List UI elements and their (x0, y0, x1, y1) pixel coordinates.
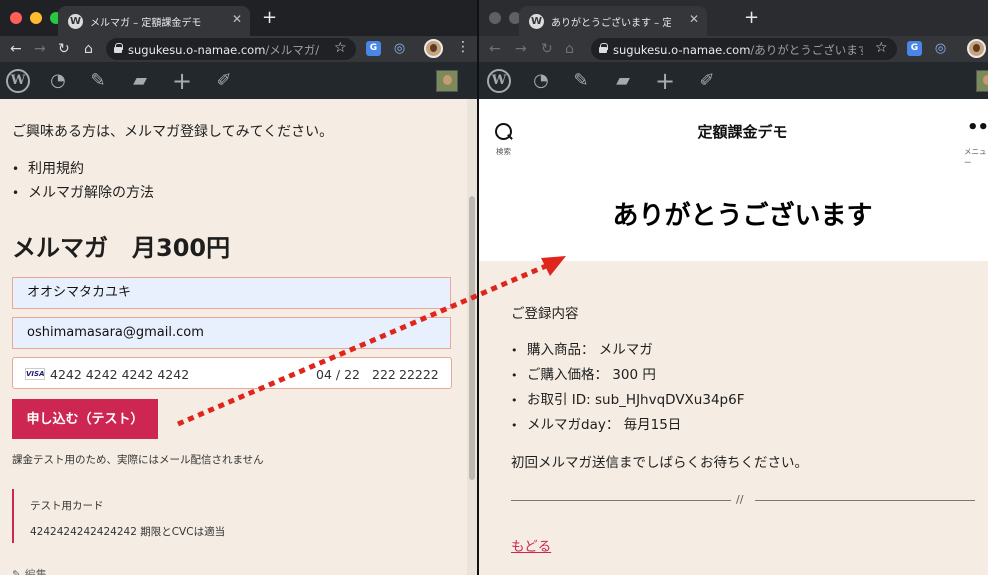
lock-icon (114, 43, 123, 53)
home-icon[interactable]: ⌂ (565, 40, 574, 58)
wordpress-icon: W (529, 14, 544, 29)
new-content-icon[interactable]: + (653, 69, 677, 93)
menu-dots-icon[interactable]: ••• (967, 117, 988, 138)
site-header: 検索 定額課金デモ ••• メニュー ありがとうございます (479, 99, 988, 261)
translate-extension-icon[interactable]: G (907, 41, 922, 56)
submit-button[interactable]: 申し込む（テスト） (12, 399, 158, 439)
tab-title: メルマガ – 定額課金デモ (90, 18, 202, 29)
close-window-button[interactable] (10, 12, 22, 24)
profile-avatar[interactable] (424, 39, 443, 58)
browser-tab[interactable]: W メルマガ – 定額課金デモ ✕ (58, 6, 250, 36)
card-expiry-field[interactable]: 04 / 22 (316, 367, 360, 382)
list-item-unsubscribe[interactable]: メルマガ解除の方法 (12, 181, 154, 205)
scrollbar-thumb[interactable] (469, 196, 475, 480)
email-field[interactable]: oshimamasara@gmail.com (12, 317, 451, 349)
registration-heading: ご登録内容 (511, 306, 579, 322)
browser-window-right: W ありがとうございます – 定額課金デモ ✕ + ← → ↻ ⌂ suguke… (479, 0, 988, 575)
new-content-icon[interactable]: + (170, 69, 194, 93)
edit-link[interactable]: ✎ 編集 (12, 566, 47, 575)
profile-avatar[interactable] (967, 39, 986, 58)
browser-toolbar: ← → ↻ ⌂ sugukesu.o-namae.com/ありがとうございます.… (479, 36, 988, 62)
detail-transaction-id: お取引 ID: sub_HJhvqDVXu34p6F (511, 388, 744, 413)
wp-admin-bar: W ◔ ✎ ▰ + ✐ (479, 62, 988, 99)
close-tab-icon[interactable]: ✕ (232, 12, 242, 26)
test-notice: 課金テスト用のため、実際にはメール配信されません (12, 454, 264, 466)
test-card-title: テスト用カード (30, 500, 104, 512)
new-tab-button[interactable]: + (744, 7, 759, 29)
address-bar[interactable]: sugukesu.o-namae.com/メルマガ/ ☆ (106, 38, 356, 60)
edit-pencil-icon[interactable]: ✐ (695, 69, 719, 93)
test-card-quote: テスト用カード 4242424242424242 期限とCVCは適当 (12, 489, 312, 543)
forward-arrow-icon[interactable]: → (515, 40, 527, 58)
separator-left (511, 500, 731, 501)
dashboard-icon[interactable]: ◔ (46, 69, 70, 93)
close-window-button[interactable] (489, 12, 501, 24)
wordpress-icon: W (68, 14, 83, 29)
customize-brush-icon[interactable]: ✎ (86, 69, 110, 93)
list-item-terms[interactable]: 利用規約 (12, 157, 154, 181)
card-input[interactable]: VISA 4242 4242 4242 4242 04 / 22 222 222… (12, 357, 452, 389)
forward-arrow-icon[interactable]: → (34, 40, 46, 58)
card-number-field[interactable]: 4242 4242 4242 4242 (50, 367, 189, 382)
minimize-window-button[interactable] (30, 12, 42, 24)
browser-toolbar: ← → ↻ ⌂ sugukesu.o-namae.com/メルマガ/ ☆ G ◎… (0, 36, 477, 62)
card-cvc-field[interactable]: 222 (372, 367, 396, 382)
comments-icon[interactable]: ▰ (128, 69, 152, 93)
link-list: 利用規約 メルマガ解除の方法 (12, 157, 154, 205)
url-text: sugukesu.o-namae.com/ありがとうございます... (613, 43, 863, 57)
separator-mark: // (736, 493, 744, 506)
window-controls (10, 12, 62, 24)
bookmark-star-icon[interactable]: ☆ (875, 40, 888, 56)
site-title[interactable]: 定額課金デモ (479, 121, 988, 142)
product-heading: メルマガ 月300円 (12, 234, 231, 262)
back-arrow-icon[interactable]: ← (10, 40, 22, 58)
detail-delivery-day: メルマガday： 毎月15日 (511, 413, 744, 438)
registration-details: 購入商品： メルマガ ご購入価格： 300 円 お取引 ID: sub_HJhv… (511, 338, 744, 438)
reload-icon[interactable]: ↻ (58, 40, 70, 58)
address-bar[interactable]: sugukesu.o-namae.com/ありがとうございます... ☆ (591, 38, 897, 60)
user-avatar[interactable] (976, 70, 988, 92)
edit-pencil-icon[interactable]: ✐ (212, 69, 236, 93)
extension-icon[interactable]: ◎ (933, 41, 948, 56)
test-card-body: 4242424242424242 期限とCVCは適当 (30, 526, 226, 538)
page-title: ありがとうございます (612, 201, 873, 231)
browser-tab[interactable]: W ありがとうございます – 定額課金デモ ✕ (519, 6, 707, 36)
back-arrow-icon[interactable]: ← (489, 40, 501, 58)
edit-pencil-small-icon: ✎ (12, 568, 22, 575)
dashboard-icon[interactable]: ◔ (529, 69, 553, 93)
new-tab-button[interactable]: + (262, 7, 277, 29)
intro-text: ご興味ある方は、メルマガ登録してみてください。 (12, 124, 334, 140)
translate-extension-icon[interactable]: G (366, 41, 381, 56)
wp-admin-bar: W ◔ ✎ ▰ + ✐ (0, 62, 477, 99)
back-link[interactable]: もどる (511, 535, 551, 555)
customize-brush-icon[interactable]: ✎ (569, 69, 593, 93)
name-field[interactable]: オオシマタカユキ (12, 277, 451, 309)
user-avatar[interactable] (436, 70, 458, 92)
browser-window-left: W メルマガ – 定額課金デモ ✕ + ← → ↻ ⌂ sugukesu.o-n… (0, 0, 477, 575)
wordpress-logo-icon[interactable]: W (487, 69, 511, 93)
menu-kebab-icon[interactable]: ⋮ (456, 39, 470, 55)
bookmark-star-icon[interactable]: ☆ (334, 40, 347, 56)
menu-label[interactable]: メニュー (964, 146, 988, 168)
url-text: sugukesu.o-namae.com/メルマガ/ (128, 43, 320, 57)
tab-bar: W メルマガ – 定額課金デモ ✕ + (0, 0, 477, 36)
reload-icon[interactable]: ↻ (541, 40, 553, 58)
wordpress-logo-icon[interactable]: W (6, 69, 30, 93)
separator-right (755, 500, 975, 501)
lock-icon (599, 43, 608, 53)
tab-bar: W ありがとうございます – 定額課金デモ ✕ + (479, 0, 988, 36)
wait-message: 初回メルマガ送信までしばらくお待ちください。 (511, 455, 808, 471)
tab-title: ありがとうございます – 定額課金デモ (551, 18, 671, 29)
detail-product: 購入商品： メルマガ (511, 338, 744, 363)
scrollbar[interactable] (467, 99, 477, 575)
comments-icon[interactable]: ▰ (611, 69, 635, 93)
card-zip-field[interactable]: 22222 (399, 367, 439, 382)
search-label[interactable]: 検索 (496, 146, 511, 157)
edit-label: 編集 (24, 568, 47, 575)
visa-card-icon: VISA (25, 368, 45, 380)
detail-price: ご購入価格： 300 円 (511, 363, 744, 388)
home-icon[interactable]: ⌂ (84, 40, 93, 58)
extension-icon[interactable]: ◎ (392, 41, 407, 56)
close-tab-icon[interactable]: ✕ (689, 12, 699, 26)
